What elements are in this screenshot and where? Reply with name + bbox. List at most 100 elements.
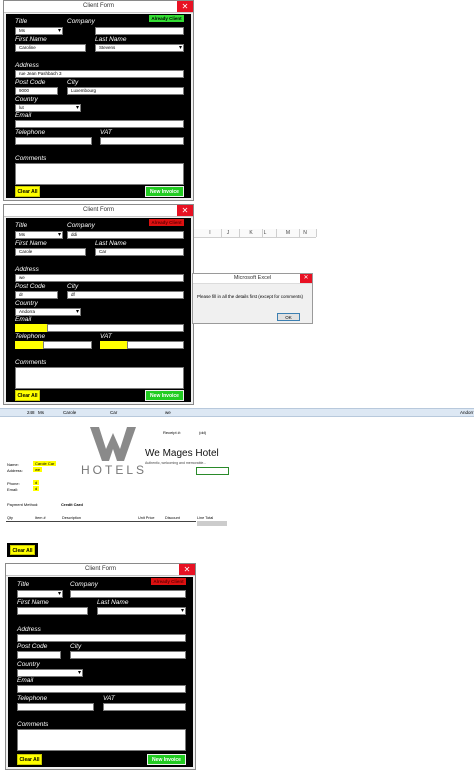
receipt-number: (dd) bbox=[199, 430, 207, 435]
telephone-field[interactable] bbox=[15, 137, 92, 145]
title-bar[interactable]: Client Form ✕ bbox=[4, 205, 193, 217]
col-line-total: Line Total bbox=[197, 516, 214, 520]
vat-label: VAT bbox=[100, 129, 112, 136]
col-item: Item # bbox=[35, 516, 46, 520]
company-field[interactable] bbox=[70, 590, 186, 598]
email-field[interactable] bbox=[47, 324, 184, 332]
payment-method-label: Payment Method: bbox=[7, 502, 39, 507]
clear-all-button[interactable]: Clear All bbox=[15, 390, 40, 401]
first-name-field[interactable]: Carole bbox=[15, 248, 86, 256]
country-select[interactable] bbox=[17, 669, 83, 677]
window-title: Client Form bbox=[82, 3, 114, 9]
last-name-field[interactable]: Car bbox=[95, 248, 184, 256]
invoice-clear-all-button[interactable]: Clear All bbox=[10, 545, 35, 555]
close-icon[interactable]: ✕ bbox=[179, 564, 195, 575]
cell-last-name[interactable]: Car bbox=[110, 409, 117, 416]
vat-field[interactable] bbox=[127, 341, 184, 349]
title-label: Title bbox=[15, 18, 28, 25]
email-field[interactable] bbox=[15, 120, 184, 128]
address-label: Address: bbox=[7, 468, 23, 473]
close-icon[interactable]: ✕ bbox=[177, 205, 193, 216]
close-icon[interactable]: ✕ bbox=[177, 1, 193, 12]
new-invoice-button[interactable]: New Invoice bbox=[145, 186, 184, 197]
title-bar[interactable]: Client Form ✕ bbox=[4, 1, 193, 13]
line-total-cell[interactable] bbox=[197, 521, 227, 526]
first-name-field[interactable] bbox=[17, 607, 88, 615]
excel-data-row[interactable]: 248 Ms Carole Car we Andorr bbox=[0, 408, 474, 417]
email-label: Email: bbox=[7, 487, 19, 492]
vat-highlight bbox=[100, 341, 127, 349]
vat-field[interactable] bbox=[103, 703, 186, 711]
cell-title[interactable]: Ms bbox=[38, 409, 44, 416]
last-name-select[interactable]: Stevens bbox=[95, 44, 184, 52]
cell-country[interactable]: Andorr bbox=[460, 409, 474, 416]
title-select[interactable] bbox=[17, 590, 63, 598]
selected-cell[interactable] bbox=[196, 467, 229, 475]
cell-first-name[interactable]: Carole bbox=[63, 409, 76, 416]
last-name-label: Last Name bbox=[97, 599, 129, 606]
vat-field[interactable] bbox=[100, 137, 184, 145]
address-value: we bbox=[33, 467, 43, 472]
title-select[interactable]: Ms bbox=[15, 231, 63, 239]
company-field[interactable]: ddi bbox=[67, 231, 184, 239]
close-icon[interactable]: ✕ bbox=[300, 274, 312, 283]
clear-all-button[interactable]: Clear All bbox=[17, 754, 42, 765]
vat-label: VAT bbox=[100, 333, 112, 340]
already-client-badge: Already Client bbox=[151, 578, 186, 585]
telephone-field[interactable] bbox=[17, 703, 94, 711]
post-code-field[interactable] bbox=[17, 651, 61, 659]
email-label: Email bbox=[17, 677, 34, 684]
excel-message-dialog: Microsoft Excel ✕ Please fill in all the… bbox=[192, 273, 313, 324]
new-invoice-button[interactable]: New Invoice bbox=[147, 754, 186, 765]
company-label: Company bbox=[67, 18, 95, 25]
country-select[interactable]: Andorra bbox=[15, 308, 81, 316]
clear-all-button[interactable]: Clear All bbox=[15, 186, 40, 197]
post-code-field[interactable]: 9000 bbox=[15, 87, 58, 95]
country-select[interactable]: lut bbox=[15, 104, 81, 112]
first-name-label: First Name bbox=[17, 599, 49, 606]
comments-textarea[interactable] bbox=[15, 163, 184, 185]
cell-id[interactable]: 248 bbox=[27, 409, 35, 416]
client-form-window-1: Client Form ✕ Already Client Title Compa… bbox=[3, 0, 194, 201]
city-field[interactable] bbox=[70, 651, 186, 659]
column-header-n[interactable]: N bbox=[294, 229, 317, 237]
last-name-label: Last Name bbox=[95, 240, 127, 247]
col-qty: Qty bbox=[7, 516, 13, 520]
post-code-field[interactable]: dr bbox=[15, 291, 58, 299]
email-label: Email bbox=[15, 316, 32, 323]
city-field[interactable]: Luxembourg bbox=[67, 87, 184, 95]
title-select[interactable]: Ms bbox=[15, 27, 63, 35]
hotel-brand-text: HOTELS bbox=[81, 463, 148, 477]
dialog-title-bar[interactable]: Microsoft Excel ✕ bbox=[193, 274, 312, 284]
client-form-window-3: Client Form ✕ Already Client Title Compa… bbox=[5, 563, 196, 770]
col-discount: Discount bbox=[165, 516, 180, 520]
new-invoice-button[interactable]: New Invoice bbox=[145, 390, 184, 401]
title-bar[interactable]: Client Form ✕ bbox=[6, 564, 195, 576]
last-name-select[interactable] bbox=[97, 607, 186, 615]
post-code-label: Post Code bbox=[15, 283, 46, 290]
cell-address[interactable]: we bbox=[165, 409, 171, 416]
city-field[interactable]: df bbox=[67, 291, 184, 299]
name-label: Name: bbox=[7, 462, 19, 467]
address-field[interactable]: we bbox=[15, 274, 184, 282]
title-label: Title bbox=[15, 222, 28, 229]
first-name-field[interactable]: Caroline bbox=[15, 44, 86, 52]
hotel-logo-w-icon bbox=[90, 427, 136, 461]
column-header-j[interactable]: J bbox=[217, 229, 240, 237]
receipt-label: Receipt #: bbox=[163, 430, 182, 435]
comments-textarea[interactable] bbox=[15, 367, 184, 389]
ok-button[interactable]: OK bbox=[277, 313, 300, 321]
address-field[interactable]: rue Jean Pashbach 3 bbox=[15, 70, 184, 78]
address-field[interactable] bbox=[17, 634, 186, 642]
table-header-rule bbox=[6, 521, 196, 522]
comments-textarea[interactable] bbox=[17, 729, 186, 751]
telephone-field[interactable] bbox=[43, 341, 92, 349]
column-header-l[interactable]: L bbox=[254, 229, 277, 237]
company-field[interactable] bbox=[95, 27, 184, 35]
email-field[interactable] bbox=[17, 685, 186, 693]
client-form-window-2: Client Form ✕ Already Client Title Compa… bbox=[3, 204, 194, 405]
phone-label: Phone: bbox=[7, 481, 20, 486]
comments-label: Comments bbox=[17, 721, 49, 728]
window-title: Client Form bbox=[84, 566, 116, 572]
dialog-title: Microsoft Excel bbox=[233, 275, 272, 281]
